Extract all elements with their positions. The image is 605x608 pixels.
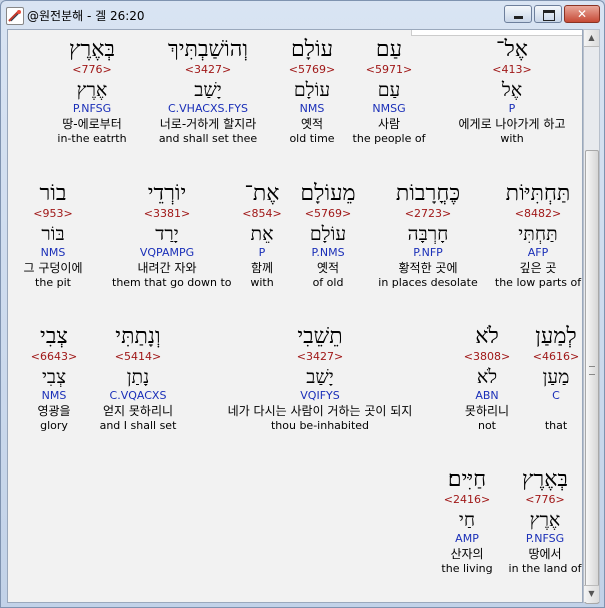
lemma: חָרְבָּה [407, 223, 449, 245]
word-cell[interactable]: בְּאֶרֶץ <776> אֶרֶץ P.NFSG 땅-에로부터 in-th… [37, 37, 147, 146]
hebrew-word: אֶת־ [244, 181, 280, 206]
lemma: תַּחְתִּי [518, 223, 558, 245]
parsing-code: C.VHACXS.FYS [167, 102, 249, 115]
word-cell[interactable]: יוֹרְדֵי <3381> יָרַד VQPAMPG 내려간 자와 the… [112, 181, 232, 290]
lemma: יָרַד [155, 223, 179, 245]
lemma: אֵת [250, 223, 274, 245]
parsing-code: AMP [455, 532, 479, 545]
parsing-code: P [258, 246, 266, 259]
parsing-code: NMS [299, 102, 325, 115]
hebrew-word: עוֹלָם [290, 37, 334, 62]
english-gloss: glory [40, 419, 68, 432]
english-gloss: the low parts of [494, 276, 582, 289]
hebrew-word: תֵשֵׁבִי [297, 324, 343, 349]
lemma: אֶל [501, 79, 523, 101]
korean-gloss: 땅-에로부터 [62, 117, 122, 131]
english-gloss: them that go down to [112, 276, 232, 289]
strong-number[interactable]: <2416> [412, 493, 522, 507]
korean-gloss: 네가 다시는 사람이 거하는 곳이 되지 [227, 404, 413, 418]
word-cell[interactable]: תֵשֵׁבִי <3427> יָשַׁב VQIFYS 네가 다시는 사람이… [190, 324, 450, 433]
lemma: יָשַׁב [306, 366, 334, 388]
arrow-down-icon: ▼ [588, 589, 595, 598]
word-cell[interactable]: עוֹלָם <5769> עוֹלָם NMS 옛적 old time [257, 37, 367, 146]
korean-gloss: 에게로 나아가게 하고 [458, 117, 566, 131]
english-gloss: in places desolate [378, 276, 478, 289]
parsing-code: P.NFP [413, 246, 443, 259]
strong-number[interactable]: <3427> [153, 63, 263, 77]
hebrew-word: חַיִּים׃ [447, 467, 487, 492]
hebrew-word: בְּאֶרֶץ [68, 37, 116, 62]
word-cell[interactable]: תַּחְתִּיּוֹת <8482> תַּחְתִּי AFP 깊은 곳 … [483, 181, 582, 290]
lemma: יָשַׁב [194, 79, 222, 101]
parsing-code: VQIFYS [300, 389, 340, 402]
word-cell[interactable]: אֶל־ <413> אֶל P 에게로 나아가게 하고 with [457, 37, 567, 146]
hebrew-word: וְהוֹשַׁבְתִּיךְ [167, 37, 249, 62]
strong-number[interactable]: <8482> [483, 207, 582, 221]
korean-gloss: 내려간 자와 [137, 261, 197, 275]
hebrew-word: צְבִי [40, 324, 68, 349]
lemma: עוֹלָם [293, 79, 331, 101]
strong-number[interactable]: <776> [37, 63, 147, 77]
app-window: @원전분해 - 겔 26:20 ✕ אֶל־ <413> אֶל P 에게로 나… [0, 0, 605, 608]
parsing-code: P [508, 102, 516, 115]
lemma: בּוֹר [41, 223, 65, 245]
maximize-button[interactable] [534, 5, 562, 23]
title-bar[interactable]: @원전분해 - 겔 26:20 ✕ [1, 1, 604, 29]
scroll-thumb[interactable] [585, 150, 599, 604]
minimize-button[interactable] [504, 5, 532, 23]
strong-number[interactable]: <413> [457, 63, 567, 77]
parsing-code: VQPAMPG [139, 246, 195, 259]
analysis-pane[interactable]: אֶל־ <413> אֶל P 에게로 나아가게 하고 with עַם <5… [7, 29, 583, 603]
english-gloss: and shall set thee [158, 132, 258, 145]
lemma: צְבִי [41, 366, 67, 388]
english-gloss: the pit [35, 276, 71, 289]
header-strip [411, 30, 582, 36]
word-cell[interactable]: חַיִּים׃ <2416> חַי AMP 산자의 the living [412, 467, 522, 576]
korean-gloss: 산자의 [450, 547, 484, 561]
korean-gloss: 너로-거하게 할지라 [159, 117, 257, 131]
window-title: @원전분해 - 겔 26:20 [27, 9, 145, 23]
arrow-up-icon: ▲ [588, 33, 595, 42]
word-cell[interactable]: צְבִי <6643> צְבִי NMS 영광을 glory [8, 324, 109, 433]
hebrew-word: אֶל־ [496, 37, 528, 62]
lemma: אֶרֶץ [76, 79, 108, 101]
word-cell[interactable]: וְהוֹשַׁבְתִּיךְ <3427> יָשַׁב C.VHACXS.… [153, 37, 263, 146]
strong-number[interactable]: <3381> [112, 207, 222, 221]
scroll-up-button[interactable]: ▲ [584, 30, 599, 47]
word-cell[interactable]: כֶּחֳרָבוֹת <2723> חָרְבָּה P.NFP 황적한 곳에… [373, 181, 483, 290]
word-cell[interactable]: אֶת־ <854> אֵת P 함께 with [207, 181, 317, 290]
strong-number[interactable]: <854> [207, 207, 317, 221]
parsing-code: P.NFSG [72, 102, 112, 115]
strong-number[interactable]: <953> [8, 207, 108, 221]
vertical-scrollbar[interactable]: ▲ ▼ [583, 29, 600, 604]
english-gloss: thou be-inhabited [270, 419, 370, 432]
strong-number[interactable]: <2723> [373, 207, 483, 221]
hebrew-word: יוֹרְדֵי [147, 181, 187, 206]
scroll-down-button[interactable]: ▼ [584, 585, 599, 602]
parsing-code: AFP [527, 246, 549, 259]
close-icon: ✕ [576, 7, 588, 21]
strong-number[interactable]: <3427> [190, 350, 450, 364]
korean-gloss: 옛적 [300, 117, 324, 131]
korean-gloss: 황적한 곳에 [398, 261, 458, 275]
close-button[interactable]: ✕ [564, 5, 600, 23]
korean-gloss: 함께 [250, 261, 274, 275]
strong-number[interactable]: <6643> [8, 350, 109, 364]
app-icon[interactable] [6, 7, 24, 25]
hebrew-word: כֶּחֳרָבוֹת [395, 181, 461, 206]
english-gloss: old time [289, 132, 335, 145]
korean-gloss: 영광을 [37, 404, 71, 418]
hebrew-word: בוֹר [39, 181, 67, 206]
strong-number[interactable]: <5769> [257, 63, 367, 77]
korean-gloss: 깊은 곳 [519, 261, 557, 275]
english-gloss: the living [441, 562, 493, 575]
hebrew-word: תַּחְתִּיּוֹת [505, 181, 571, 206]
parsing-code: NMS [40, 246, 66, 259]
korean-gloss: 그 구덩이에 [23, 261, 83, 275]
lemma: חַי [458, 509, 476, 531]
word-cell[interactable]: בוֹר <953> בּוֹר NMS 그 구덩이에 the pit [8, 181, 108, 290]
english-gloss: in-the eatrth [57, 132, 127, 145]
english-gloss: with [500, 132, 524, 145]
parsing-code: NMS [41, 389, 67, 402]
